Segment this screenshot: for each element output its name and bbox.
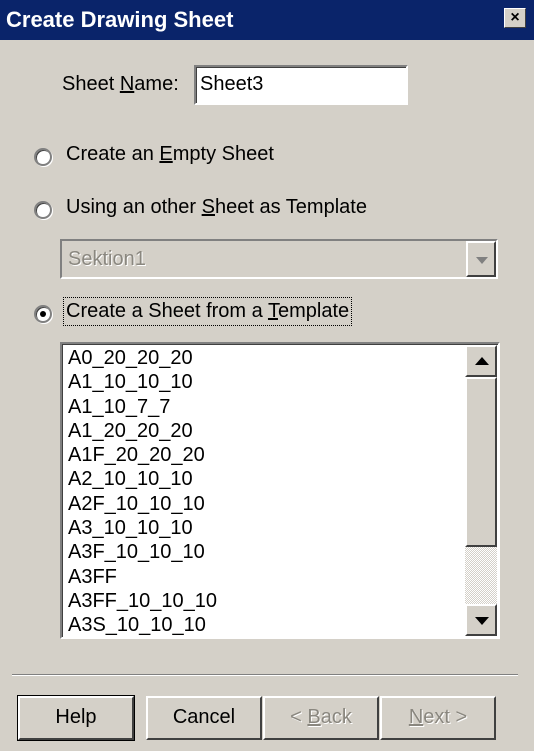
scroll-up-button[interactable]	[465, 345, 497, 377]
radio-selected-dot	[40, 311, 46, 317]
template-sheet-combobox[interactable]: Sektion1	[60, 239, 498, 279]
option-empty-sheet-label[interactable]: Create an Empty Sheet	[66, 143, 274, 166]
template-list: A0_20_20_20 A1_10_10_10 A1_10_7_7 A1_20_20_…	[68, 346, 464, 635]
close-button[interactable]: ×	[504, 8, 526, 28]
title-bar: Create Drawing Sheet ×	[0, 0, 534, 40]
arrow-down-icon	[475, 617, 489, 625]
back-button[interactable]: < Back	[263, 696, 379, 740]
list-item[interactable]: A3F_10_10_10	[68, 540, 464, 564]
scroll-thumb[interactable]	[465, 377, 497, 547]
option-other-sheet-template-label[interactable]: Using an other Sheet as Template	[66, 196, 367, 219]
combobox-dropdown-button[interactable]	[466, 241, 496, 277]
option-sheet-from-template-label[interactable]: Create a Sheet from a Template	[62, 297, 353, 326]
chevron-down-icon	[476, 257, 488, 264]
list-item[interactable]: A2F_10_10_10	[68, 492, 464, 516]
list-item[interactable]: A3_10_10_10	[68, 516, 464, 540]
template-sheet-combobox-value: Sektion1	[68, 248, 146, 270]
radio-sheet-from-template[interactable]	[34, 305, 52, 323]
help-button[interactable]: Help	[17, 695, 135, 741]
sheet-name-label: Sheet Name:	[62, 73, 179, 95]
list-item[interactable]: A3FF	[68, 565, 464, 589]
cancel-button[interactable]: Cancel	[146, 696, 262, 740]
next-button[interactable]: Next >	[380, 696, 496, 740]
dialog-title: Create Drawing Sheet	[6, 7, 234, 32]
list-item[interactable]: A3FF_10_10_10	[68, 589, 464, 613]
arrow-up-icon	[475, 357, 489, 365]
listbox-scrollbar[interactable]	[465, 345, 497, 636]
list-item[interactable]: A1_10_10_10	[68, 370, 464, 394]
list-item[interactable]: A1_20_20_20	[68, 419, 464, 443]
list-item[interactable]: A2_10_10_10	[68, 467, 464, 491]
list-item[interactable]: A1F_20_20_20	[68, 443, 464, 467]
template-listbox[interactable]: A0_20_20_20 A1_10_10_10 A1_10_7_7 A1_20_20_…	[60, 342, 500, 639]
list-item[interactable]: A1_10_7_7	[68, 395, 464, 419]
radio-other-sheet-template[interactable]	[34, 201, 52, 219]
radio-empty-sheet[interactable]	[34, 148, 52, 166]
list-item[interactable]: A3S_10_10_10	[68, 613, 464, 635]
list-item[interactable]: A0_20_20_20	[68, 346, 464, 370]
sheet-name-input[interactable]: Sheet3	[194, 65, 408, 105]
separator	[12, 674, 518, 676]
close-icon: ×	[510, 9, 520, 26]
scroll-down-button[interactable]	[465, 604, 497, 636]
